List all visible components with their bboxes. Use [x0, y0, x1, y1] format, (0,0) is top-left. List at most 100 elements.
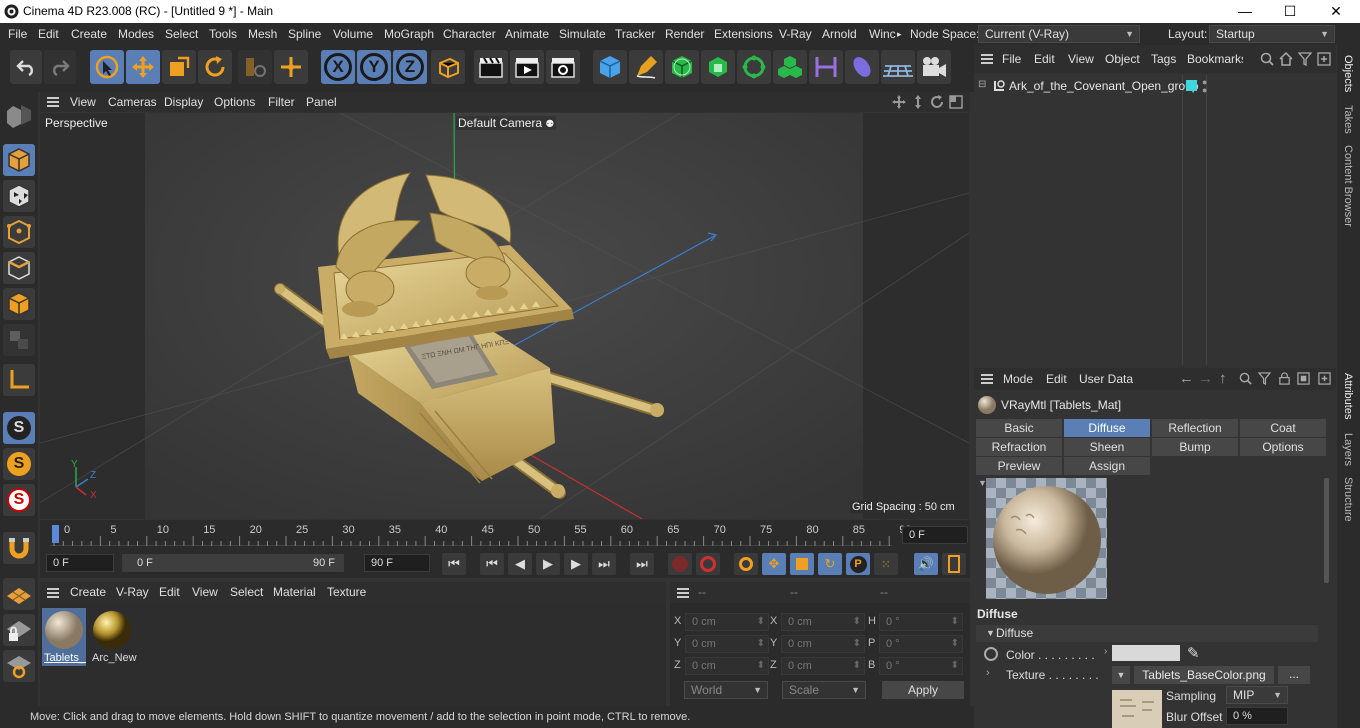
snap-settings-button[interactable]: S — [3, 448, 35, 480]
key-rotation-button[interactable]: ↻ — [818, 553, 842, 575]
new-panel-icon[interactable] — [1317, 52, 1331, 66]
extrude-button[interactable] — [701, 50, 735, 84]
next-key-button[interactable]: ⏭ — [592, 553, 616, 575]
up-arrow-icon[interactable]: ↑ — [1219, 368, 1227, 390]
next-frame-button[interactable]: ▶ — [564, 553, 588, 575]
layout-select[interactable]: Startup ▼ — [1209, 25, 1335, 43]
filter-icon[interactable] — [1298, 52, 1312, 66]
y-axis-button[interactable]: Y — [357, 50, 391, 84]
blur-offset-field[interactable]: 0 % — [1226, 707, 1288, 725]
menu-vray[interactable]: V-Ray — [779, 23, 812, 45]
filmstrip-button[interactable] — [942, 553, 966, 575]
mat-menu-vray[interactable]: V-Ray — [116, 582, 149, 603]
minimize-button[interactable]: — — [1222, 0, 1268, 23]
pen-tool-button[interactable] — [629, 50, 663, 84]
mat-menu-texture[interactable]: Texture — [327, 582, 366, 603]
key-pla-button[interactable]: ⁙ — [874, 553, 898, 575]
redo-button[interactable] — [44, 50, 76, 84]
animate-parameter-icon[interactable] — [984, 647, 998, 661]
uv-mode-button[interactable] — [3, 324, 35, 356]
texture-file-button[interactable]: Tablets_BaseColor.png — [1134, 666, 1274, 684]
key-parameter-button[interactable]: P — [846, 553, 870, 575]
tab-refraction[interactable]: Refraction — [976, 438, 1062, 456]
coord-value-field[interactable]: 0 cm ⬍ — [781, 613, 865, 631]
viewport-menu-cameras[interactable]: Cameras — [108, 92, 157, 112]
recent-tool-button[interactable] — [238, 50, 272, 84]
rotate-view-icon[interactable] — [930, 95, 944, 109]
stepper-icon[interactable]: ⬍ — [951, 614, 959, 630]
menu-tracker[interactable]: Tracker — [615, 23, 655, 45]
attr-menu-user-data[interactable]: User Data — [1079, 368, 1133, 390]
frame-range-slider[interactable]: 0 F 90 F — [122, 554, 344, 572]
stepper-icon[interactable]: ⬍ — [951, 636, 959, 652]
obj-menu-tags[interactable]: Tags — [1151, 45, 1176, 73]
tab-options[interactable]: Options — [1240, 438, 1326, 456]
mograph-button[interactable] — [773, 50, 807, 84]
play-button[interactable]: ▶ — [536, 553, 560, 575]
obj-menu-view[interactable]: View — [1068, 45, 1094, 73]
previous-frame-button[interactable]: ◀ — [508, 553, 532, 575]
x-axis-button[interactable]: X — [321, 50, 355, 84]
undo-button[interactable] — [10, 50, 42, 84]
texture-browse-button[interactable]: ... — [1278, 666, 1310, 684]
menu-file[interactable]: File — [8, 23, 27, 45]
obj-menu-bookmarks[interactable]: Bookmarks — [1187, 45, 1243, 73]
attributes-scrollbar[interactable] — [1324, 478, 1329, 583]
tree-expand-icon[interactable]: ⊟ — [978, 79, 986, 90]
tab-coat[interactable]: Coat — [1240, 419, 1326, 437]
stepper-icon[interactable]: ⬍ — [853, 658, 861, 674]
obj-menu-file[interactable]: File — [1002, 45, 1021, 73]
maximize-view-icon[interactable] — [949, 95, 963, 109]
record-disabled-button[interactable] — [668, 553, 692, 575]
menu-overflow-icon[interactable]: ▸ — [897, 23, 902, 45]
tab-bump[interactable]: Bump — [1152, 438, 1238, 456]
material-item[interactable]: Tablets_I — [42, 608, 86, 666]
coord-value-field[interactable]: 0 ° ⬍ — [879, 613, 963, 631]
sampling-select[interactable]: MIP ▼ — [1226, 686, 1288, 704]
back-arrow-icon[interactable]: ← — [1179, 368, 1194, 390]
go-to-end-button[interactable]: ⏭ — [630, 553, 654, 575]
previous-key-button[interactable]: ⏮ — [480, 553, 504, 575]
timeline-playhead[interactable] — [52, 525, 59, 543]
menu-spline[interactable]: Spline — [288, 23, 321, 45]
eyedropper-icon[interactable]: ✎ — [1187, 644, 1200, 662]
subdivision-button[interactable] — [665, 50, 699, 84]
layer-color-swatch[interactable] — [1186, 80, 1197, 91]
deformer-button[interactable] — [809, 50, 843, 84]
menu-create[interactable]: Create — [71, 23, 107, 45]
autokey-button[interactable] — [696, 553, 720, 575]
tab-diffuse[interactable]: Diffuse — [1064, 419, 1150, 437]
model-mode-button[interactable] — [3, 144, 35, 176]
search-icon[interactable] — [1239, 372, 1252, 385]
timeline-ruler[interactable]: 051015202530354045505560657075808590 0 F — [40, 520, 970, 550]
camera-name-label[interactable]: Default Camera ⚉ — [456, 116, 557, 130]
transform-button[interactable] — [274, 50, 308, 84]
workplane-snap-button[interactable]: S — [3, 484, 35, 516]
render-settings-button[interactable] — [546, 50, 580, 84]
texture-expand-icon[interactable]: › — [986, 667, 990, 679]
hamburger-icon[interactable] — [981, 54, 993, 64]
world-select[interactable]: World ▼ — [684, 681, 768, 699]
scale-tool-button[interactable] — [162, 50, 196, 84]
obj-menu-object[interactable]: Object — [1105, 45, 1140, 73]
coord-value-field[interactable]: 0 ° ⬍ — [879, 635, 963, 653]
mat-menu-view[interactable]: View — [192, 582, 218, 603]
hamburger-icon[interactable] — [47, 97, 59, 107]
menu-mesh[interactable]: Mesh — [248, 23, 277, 45]
snap-button[interactable]: S — [3, 412, 35, 444]
obj-menu-edit[interactable]: Edit — [1034, 45, 1055, 73]
coord-value-field[interactable]: 0 cm ⬍ — [685, 635, 769, 653]
move-tool-button[interactable] — [126, 50, 160, 84]
workplane-button[interactable] — [3, 578, 35, 610]
search-icon[interactable] — [1260, 52, 1274, 66]
cube-button[interactable] — [593, 50, 627, 84]
coord-value-field[interactable]: 0 ° ⬍ — [879, 657, 963, 675]
side-tab-structure[interactable]: Structure — [1342, 477, 1354, 522]
side-tab-layers[interactable]: Layers — [1342, 433, 1354, 466]
coord-value-field[interactable]: 0 cm ⬍ — [781, 635, 865, 653]
axis-mode-button[interactable] — [3, 364, 35, 396]
mat-menu-create[interactable]: Create — [70, 582, 106, 603]
menu-volume[interactable]: Volume — [333, 23, 373, 45]
stepper-icon[interactable]: ⬍ — [757, 614, 765, 630]
viewport-menu-display[interactable]: Display — [164, 92, 203, 112]
